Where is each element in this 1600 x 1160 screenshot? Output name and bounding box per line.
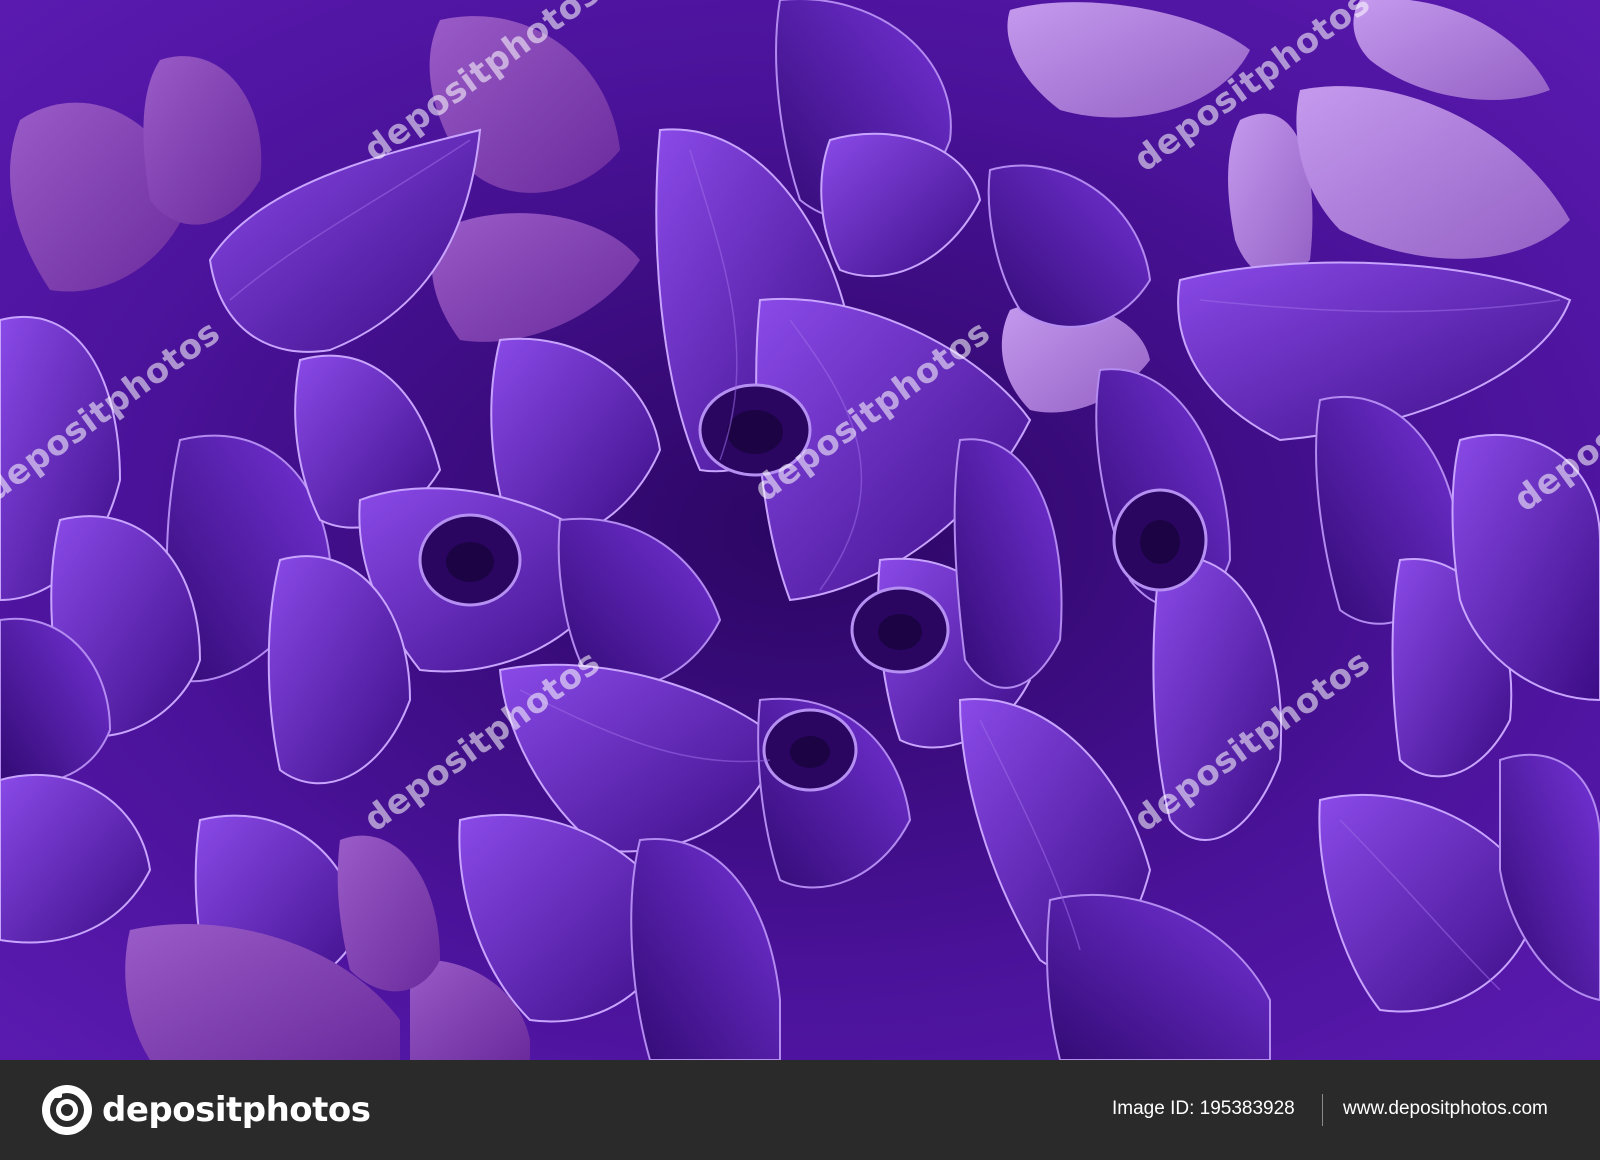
footer-divider	[1322, 1094, 1323, 1126]
leaf-illustration	[0, 0, 1600, 1060]
brand-logo[interactable]: depositphotos	[40, 1082, 371, 1138]
camera-icon	[42, 1085, 92, 1135]
site-url-link[interactable]: www.depositphotos.com	[1343, 1098, 1548, 1120]
footer-bar: depositphotos Image ID: 195383928 www.de…	[0, 1060, 1600, 1160]
image-id-label: Image ID: 195383928	[1112, 1098, 1295, 1119]
logo-text: depositphotos	[102, 1090, 371, 1130]
photo: depositphotos depositphotos depositphoto…	[0, 0, 1600, 1060]
